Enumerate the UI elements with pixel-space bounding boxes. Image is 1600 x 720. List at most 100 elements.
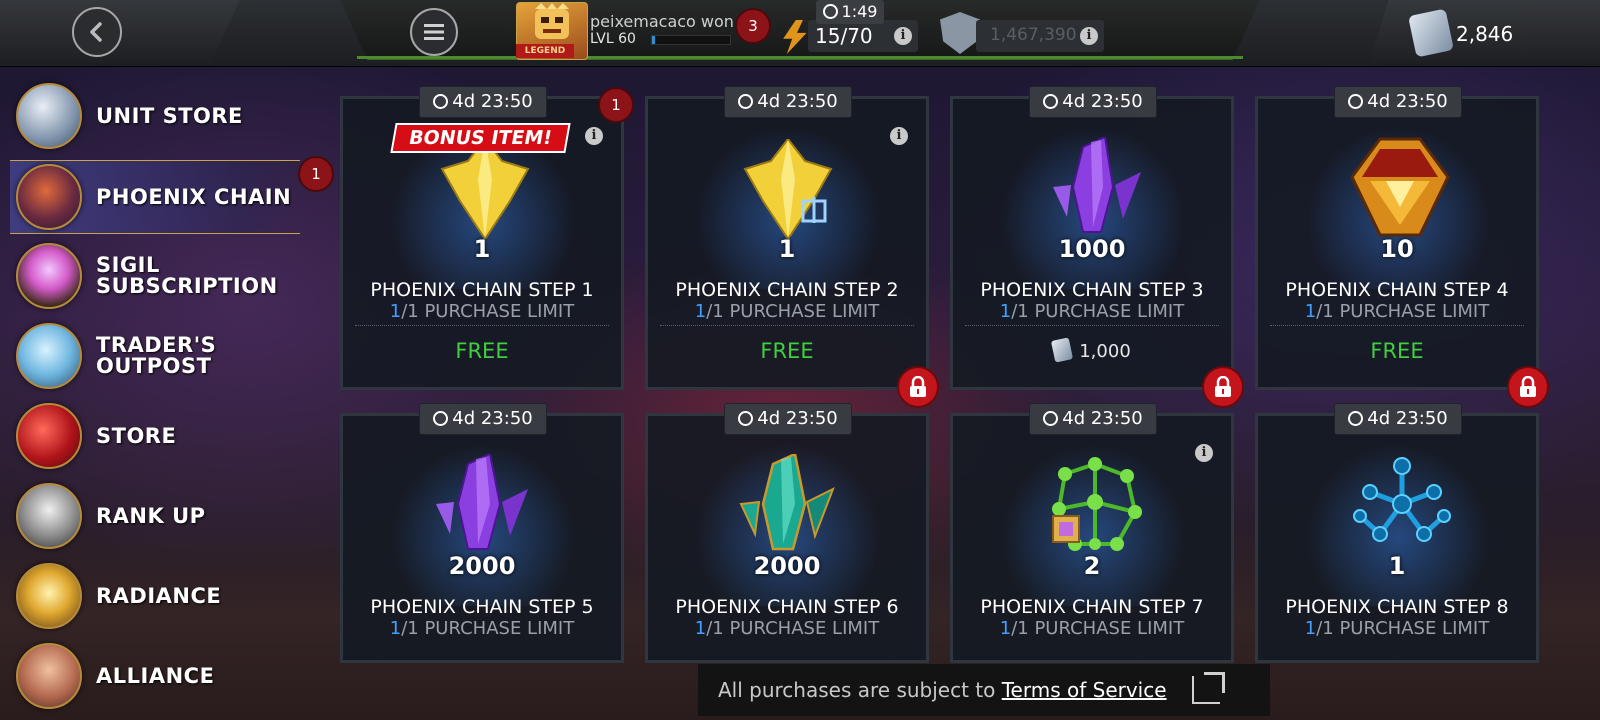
offer-title: PHOENIX CHAIN STEP 8 (1285, 596, 1509, 618)
price-units[interactable]: 1,000 (953, 337, 1231, 363)
item-quantity: 10 (1380, 235, 1414, 263)
offer-card-step-7[interactable]: 2 PHOENIX CHAIN STEP 7 1/1 PURCHASE LIMI… (950, 413, 1234, 663)
lock-icon (1507, 366, 1549, 408)
sidebar-item-alliance[interactable]: ALLIANCE (10, 640, 300, 712)
offer-timer-text: 4d 23:50 (757, 408, 838, 429)
purple-shard-icon (1053, 137, 1141, 233)
sidebar-item-radiance[interactable]: RADIANCE (10, 560, 300, 632)
item-quantity: 1 (778, 235, 796, 263)
purchase-limit: 1/1 PURCHASE LIMIT (343, 301, 621, 322)
clock-icon (433, 411, 449, 426)
sidebar-item-phoenix-chain[interactable]: PHOENIX CHAIN (10, 160, 300, 234)
menu-button[interactable] (410, 8, 458, 56)
sidebar-item-label: UNIT STORE (96, 103, 243, 128)
phoenix-hero-icon (16, 164, 82, 230)
sidebar-item-rank-up[interactable]: RANK UP (10, 480, 300, 552)
info-icon[interactable]: i (1195, 444, 1213, 462)
offer-title: PHOENIX CHAIN STEP 7 (980, 596, 1204, 618)
item-quantity: 2 (1083, 552, 1101, 580)
chevron-left-icon (90, 22, 102, 42)
offer-timer: 4d 23:50 (419, 403, 547, 435)
price-free[interactable]: FREE (1258, 339, 1536, 363)
offer-card-step-4[interactable]: 10 PHOENIX CHAIN STEP 4 1/1 PURCHASE LIM… (1255, 96, 1539, 390)
units-crystal-icon (1051, 337, 1074, 363)
offer-timer: 4d 23:50 (1334, 86, 1462, 118)
padlock-icon (1520, 376, 1536, 397)
offer-title: PHOENIX CHAIN STEP 1 (370, 279, 594, 301)
item-quantity: 1 (1388, 552, 1406, 580)
sidebar-item-store[interactable]: STORE (10, 400, 300, 472)
shield-info-icon[interactable]: i (1080, 27, 1098, 45)
offer-card-step-6[interactable]: 2000 PHOENIX CHAIN STEP 6 1/1 PURCHASE L… (645, 413, 929, 663)
purchase-limit-current: 1 (1304, 301, 1317, 322)
offer-card-step-3[interactable]: 1000 PHOENIX CHAIN STEP 3 1/1 PURCHASE L… (950, 96, 1234, 390)
offer-title: PHOENIX CHAIN STEP 3 (980, 279, 1204, 301)
lock-icon (897, 366, 939, 408)
green-catalyst-icon (1052, 457, 1142, 551)
purchase-limit: 1/1 PURCHASE LIMIT (953, 618, 1231, 639)
purchase-limit: 1/1 PURCHASE LIMIT (1258, 301, 1536, 322)
energy-info-icon[interactable]: i (894, 27, 912, 45)
info-icon[interactable]: i (890, 127, 908, 145)
purchase-limit-current: 1 (999, 618, 1012, 639)
top-center-accent (357, 56, 1243, 59)
gold-crystal-icon (440, 139, 530, 239)
card-divider (1270, 325, 1524, 327)
bonus-item-ribbon: BONUS ITEM! (390, 123, 571, 153)
radiance-orb-icon (16, 563, 82, 629)
xp-bar-fill (652, 36, 656, 44)
back-button[interactable] (72, 7, 122, 57)
player-name: peixemacaco won (590, 12, 734, 31)
sigil-icon (16, 243, 82, 309)
purchase-limit-current: 1 (1304, 618, 1317, 639)
purchase-limit-text: /1 PURCHASE LIMIT (1316, 301, 1490, 322)
clock-icon (738, 411, 754, 426)
top-center-panel (340, 0, 1260, 60)
purchase-limit: 1/1 PURCHASE LIMIT (648, 618, 926, 639)
shield-points: 1,467,390 (990, 25, 1077, 45)
lock-icon (1202, 366, 1244, 408)
offer-card-step-1[interactable]: 1 PHOENIX CHAIN STEP 1 1/1 PURCHASE LIMI… (340, 96, 624, 390)
offer-card-step-8[interactable]: 1 PHOENIX CHAIN STEP 8 1/1 PURCHASE LIMI… (1255, 413, 1539, 663)
offer-timer-text: 4d 23:50 (1062, 91, 1143, 112)
sidebar-item-label: ALLIANCE (96, 663, 215, 688)
sidebar-item-label: TRADER'S OUTPOST (96, 333, 217, 378)
price-free[interactable]: FREE (648, 339, 926, 363)
offer-card-step-2[interactable]: 1 PHOENIX CHAIN STEP 2 1/1 PURCHASE LIMI… (645, 96, 929, 390)
purchase-limit: 1/1 PURCHASE LIMIT (648, 301, 926, 322)
item-quantity: 1 (473, 235, 491, 263)
clock-icon (1043, 94, 1059, 109)
item-quantity: 2000 (448, 552, 516, 580)
purchase-limit-current: 1 (694, 301, 707, 322)
offer-timer: 4d 23:50 (1029, 403, 1157, 435)
offer-title: PHOENIX CHAIN STEP 6 (675, 596, 899, 618)
offer-card-step-5[interactable]: 2000 PHOENIX CHAIN STEP 5 1/1 PURCHASE L… (340, 413, 624, 663)
sidebar-item-sigil-subscription[interactable]: SIGIL SUBSCRIPTION (10, 240, 300, 312)
sidebar-item-label: SIGIL SUBSCRIPTION (96, 253, 278, 298)
card-divider (965, 325, 1219, 327)
terms-of-service-link[interactable]: Terms of Service (1002, 678, 1167, 702)
purchase-limit-text: /1 PURCHASE LIMIT (1316, 618, 1490, 639)
offer-title: PHOENIX CHAIN STEP 2 (675, 279, 899, 301)
purchase-limit-text: /1 PURCHASE LIMIT (401, 301, 575, 322)
offer-timer-text: 4d 23:50 (452, 91, 533, 112)
sidebar-item-traders-outpost[interactable]: TRADER'S OUTPOST (10, 320, 300, 392)
clock-icon (1043, 411, 1059, 426)
sidebar-badge: 1 (298, 156, 334, 192)
offer-timer: 4d 23:50 (1334, 403, 1462, 435)
purchase-limit: 1/1 PURCHASE LIMIT (1258, 618, 1536, 639)
alliance-shield-icon (16, 643, 82, 709)
purchase-limit-text: /1 PURCHASE LIMIT (706, 301, 880, 322)
card-divider (660, 325, 914, 327)
store-orb-icon (16, 403, 82, 469)
clock-icon (738, 94, 754, 109)
clock-icon (822, 4, 838, 19)
sidebar-item-unit-store[interactable]: UNIT STORE (10, 80, 300, 152)
price-free[interactable]: FREE (343, 339, 621, 363)
purchase-limit-text: /1 PURCHASE LIMIT (401, 618, 575, 639)
notification-badge[interactable]: 3 (735, 8, 771, 44)
legend-tag: LEGEND (516, 44, 574, 58)
offer-timer: 4d 23:50 (724, 86, 852, 118)
clock-icon (433, 94, 449, 109)
info-icon[interactable]: i (585, 127, 603, 145)
